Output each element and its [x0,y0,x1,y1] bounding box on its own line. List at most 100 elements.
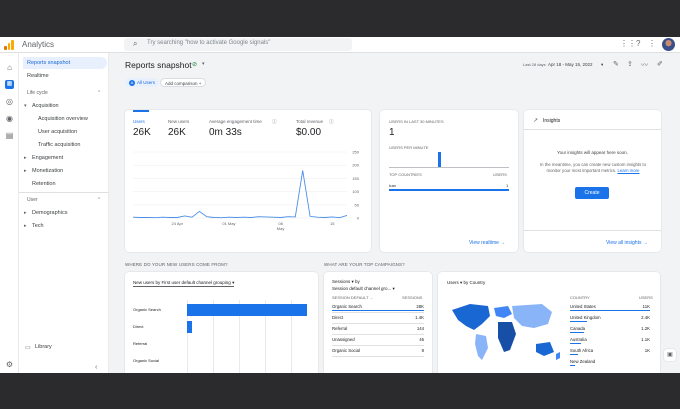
page-title: Reports snapshot [125,60,192,70]
nav-tech[interactable]: Tech [32,223,44,229]
nav-monetization[interactable]: Monetization [32,168,63,174]
chevron-up-icon[interactable]: ⌃ [97,90,101,96]
create-insight-button[interactable]: Create [575,187,609,199]
expand-acquisition-icon[interactable]: ▾ [24,103,27,109]
row-divider [332,356,424,357]
explore-icon[interactable]: ◎ [5,97,14,106]
nav-library[interactable]: Library [35,344,52,350]
learn-more-link[interactable]: Learn more [617,168,639,173]
advertising-icon[interactable]: ◉ [5,114,14,123]
top-black-bar [0,0,680,37]
search-input[interactable]: ⌕ Try searching "how to activate Google … [124,38,352,51]
nav-retention[interactable]: Retention [32,181,56,187]
more-vert-icon[interactable]: ⋮ [648,39,656,48]
nav-reports-snapshot[interactable]: Reports snapshot [23,57,107,69]
metric-label-users[interactable]: Users [133,119,145,124]
home-icon[interactable]: ⌂ [5,63,14,72]
insights-card: ↗ Insights Your insights will appear her… [524,110,661,252]
country-dropdown[interactable]: Users ▾ by Country [447,280,485,286]
insights-body: In the meantime, you can create new cust… [533,162,653,174]
customize-report-icon[interactable]: ✎ [613,60,619,68]
users-line-chart: 05010015020025024 Apr 01 May 08May15 [132,150,360,231]
share-icon[interactable]: ⇪ [627,60,633,68]
date-range-picker[interactable]: Apr 18 - May 15, 2022 [548,62,593,67]
nav-lifecycle-header[interactable]: Life cycle [27,90,48,96]
country-share-bar [570,365,575,366]
new-users-dropdown[interactable]: New users by First user default channel … [133,280,235,287]
app-name: Analytics [22,40,55,49]
view-all-insights-link[interactable]: View all insights → [606,240,648,246]
metric-value-engagement: 0m 33s [209,127,242,138]
country-share-bar [570,321,587,322]
help-icon[interactable]: ? [636,39,640,48]
country-row-value: 1K [644,348,650,353]
expand-engagement-icon[interactable]: ▸ [24,155,27,161]
south-america-shape[interactable] [475,334,488,360]
admin-gear-icon[interactable]: ⚙ [5,360,14,369]
per-minute-baseline [389,167,509,168]
nav-traffic-acquisition[interactable]: Traffic acquisition [38,142,81,148]
metric-label-engagement[interactable]: Average engagement time [209,119,262,124]
sessions-metric-dropdown[interactable]: Sessions ▾ by [332,279,360,285]
nav-acquisition[interactable]: Acquisition [32,103,59,109]
new-users-section-title: WHERE DO YOUR NEW USERS COME FROM? [125,262,228,267]
collapse-nav-icon[interactable]: ‹ [95,364,97,371]
y-tick-label: 50 [355,202,360,207]
edit-pencil-icon[interactable]: ✐ [657,60,663,68]
australia-shape[interactable] [536,342,554,356]
info-icon[interactable]: ⓘ [329,119,334,125]
expand-monetization-icon[interactable]: ▸ [24,168,27,174]
reports-icon[interactable]: ▦ [5,80,14,89]
bar-label: Organic Search [133,307,161,312]
date-dropdown-icon[interactable]: ▾ [601,62,603,68]
y-tick-label: 200 [352,163,359,168]
session-row-value: 46 [419,337,424,342]
row-divider [332,345,424,346]
metric-label-new-users[interactable]: New users [168,119,189,124]
nav-realtime[interactable]: Realtime [27,73,49,79]
expand-tech-icon[interactable]: ▸ [24,223,27,229]
apps-grid-icon[interactable]: ⋮⋮ [620,39,636,48]
europe-shape[interactable] [494,306,512,318]
nav-demographics[interactable]: Demographics [32,210,67,216]
country-row-value: 1.1K [641,337,650,342]
chevron-up-icon[interactable]: ⌃ [97,197,101,203]
account-avatar[interactable] [662,38,675,51]
nav-acquisition-overview[interactable]: Acquisition overview [38,116,88,122]
analytics-screen: Analytics ⌕ Try searching "how to activa… [0,37,680,373]
bar[interactable] [187,321,192,333]
country-col1-header: COUNTRY [570,295,590,300]
analytics-logo-icon[interactable] [4,40,14,50]
chip-label: All Users [137,80,156,85]
nav-user-acquisition[interactable]: User acquisition [38,129,77,135]
country-row-name: Australia [570,337,587,342]
metric-label-revenue[interactable]: Total revenue [296,119,323,124]
north-america-shape[interactable] [452,304,490,330]
country-row-value: 1.2K [641,326,650,331]
metric-value-users: 26K [133,127,151,138]
nav-user-header[interactable]: User [27,197,38,203]
view-realtime-link[interactable]: View realtime → [469,240,505,246]
africa-shape[interactable] [498,322,516,352]
nav-divider [19,192,109,193]
bar[interactable] [187,304,307,316]
configure-icon[interactable]: ▤ [5,131,14,140]
country-row-name: United States [570,304,596,309]
title-dropdown-icon[interactable]: ▾ [202,61,205,67]
expand-demographics-icon[interactable]: ▸ [24,210,27,216]
campaigns-section-title: WHAT ARE YOUR TOP CAMPAIGNS? [324,262,405,267]
sessions-dimension-dropdown[interactable]: Session default channel gro... ▾ [332,286,395,292]
add-comparison-button[interactable]: Add comparison + [160,78,207,87]
bottom-black-bar [0,373,680,409]
insights-trend-icon[interactable]: 〰 [641,60,648,70]
session-row-name: Organic Social [332,348,360,353]
x-tick-label: 24 Apr [171,221,183,226]
country-share-bar [389,189,509,191]
new-zealand-shape[interactable] [556,352,560,360]
asia-shape[interactable] [512,304,552,328]
nav-engagement[interactable]: Engagement [32,155,63,161]
comparison-chip-all-users[interactable]: A All Users [125,78,160,87]
session-row-name: Unassigned [332,337,355,342]
info-icon[interactable]: ⓘ [272,119,277,125]
feedback-chat-icon[interactable]: ▣ [664,349,676,361]
